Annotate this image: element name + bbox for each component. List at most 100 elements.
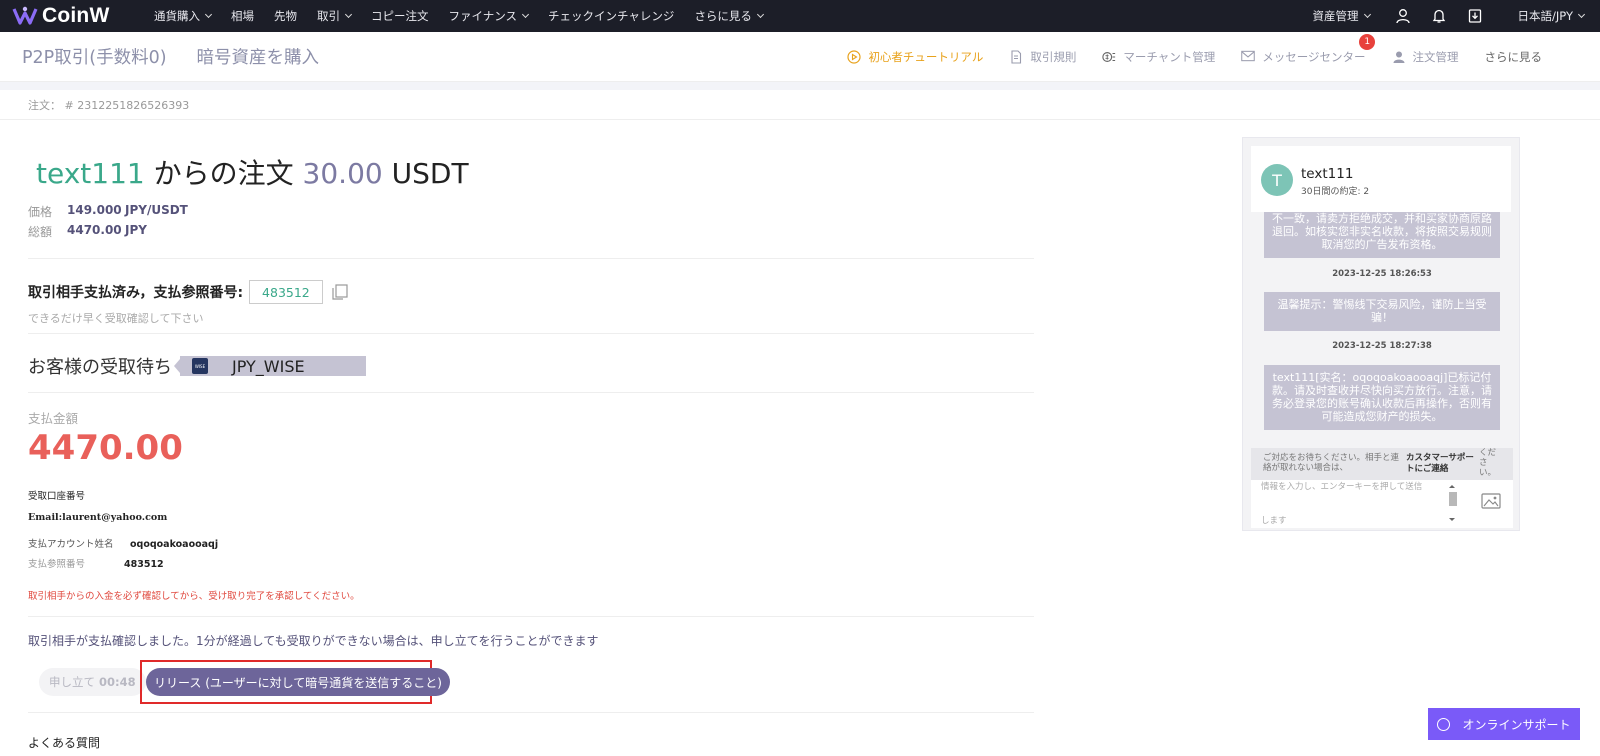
nav-buy-crypto[interactable]: 通貨購入 <box>154 8 213 24</box>
faq-heading[interactable]: よくある質問 <box>28 734 100 751</box>
chat-message: text111[实名：oqoqoakoaooaqj]已标记付款。请及时查收并尽快… <box>1264 365 1500 430</box>
order-title: text111 からの注文 30.00 USDT <box>36 152 469 192</box>
section-divider <box>0 82 1600 90</box>
merchant-icon <box>1102 50 1116 64</box>
order-number-bar: 注文： # 2312251826526393 <box>0 90 1600 120</box>
coinw-logo[interactable]: CoinW <box>12 4 132 28</box>
message-center-link[interactable]: メッセージセンター 1 <box>1241 34 1376 65</box>
nav-more-label: さらに見る <box>694 9 752 23</box>
reference-label: 支払参照番号 <box>28 559 86 570</box>
order-from-text: からの注文 <box>153 157 294 190</box>
contact-support-notice: ご対応をお待ちください。相手と連絡が取れない場合は、 カスタマーサポートにご連絡… <box>1251 448 1513 480</box>
trading-rules-link[interactable]: 取引規則 <box>1009 49 1076 65</box>
chat-timestamp: 2023-12-25 18:26:53 <box>1332 269 1432 279</box>
paid-label: 取引相手支払済み，支払参照番号: <box>28 285 244 301</box>
merchant-management-link[interactable]: マーチャント管理 <box>1102 49 1215 65</box>
chat-input-scrollbar[interactable] <box>1447 482 1457 524</box>
price-value: 149.000 <box>67 203 122 217</box>
nav-checkin-label: チェックインチャレンジ <box>548 9 675 23</box>
chat-input[interactable]: 情報を入力し、エンターキーを押して送信 します <box>1251 480 1513 528</box>
download-icon[interactable] <box>1466 7 1484 25</box>
confirm-hint: できるだけ早く受取確認して下さい <box>28 312 204 325</box>
nav-markets-label: 相場 <box>231 9 254 23</box>
trading-rules-label: 取引規則 <box>1030 50 1077 64</box>
tab-p2p-trading[interactable]: P2P取引(手数料0) <box>22 44 167 69</box>
payment-method-name: JPY_WISE <box>232 356 305 376</box>
nav-copy-trading-label: コピー注文 <box>371 9 429 23</box>
chat-header: T text111 30日間の約定: 2 <box>1251 146 1511 212</box>
bell-icon[interactable] <box>1430 7 1448 25</box>
appeal-label: 申し立て <box>49 675 95 689</box>
chat-user-name: text111 <box>1301 166 1354 182</box>
copy-icon[interactable] <box>331 283 349 301</box>
release-button[interactable]: リリース (ユーザーに対して暗号通貨を送信すること) <box>146 668 450 696</box>
chevron-down-icon <box>204 10 213 19</box>
scrollbar-thumb[interactable] <box>1449 492 1457 506</box>
nav-finance[interactable]: ファイナンス <box>448 8 530 24</box>
tutorial-label: 初心者チュートリアル <box>868 50 984 64</box>
top-navbar: CoinW 通貨購入 相場 先物 取引 コピー注文 ファイナンス チェックインチ… <box>0 0 1600 32</box>
divider <box>28 712 1034 713</box>
pay-amount: 4470.00 <box>28 428 183 468</box>
tab-buy-crypto[interactable]: 暗号資産を購入 <box>197 44 320 69</box>
more-label: さらに見る <box>1484 50 1543 64</box>
total-label: 総額 <box>28 225 53 239</box>
chevron-down-icon <box>1363 10 1371 19</box>
image-upload-icon[interactable] <box>1481 492 1503 512</box>
confirmation-warning: 取引相手からの入金を必ず確認してから、受け取り完了を承認してください。 <box>28 591 360 602</box>
total-row: 総額 4470.00 JPY <box>28 223 147 240</box>
more-link[interactable]: さらに見る <box>1485 49 1543 65</box>
envelope-icon <box>1241 50 1255 64</box>
pay-amount-label: 支払金額 <box>28 411 79 426</box>
contact-text: ご対応をお待ちください。相手と連絡が取れない場合は、 <box>1263 453 1400 473</box>
payment-method-tag: WISE JPY_WISE <box>174 356 366 376</box>
chat-trade-count: 30日間の約定: 2 <box>1301 187 1370 197</box>
contact-text-end: ください。 <box>1479 448 1497 478</box>
price-unit: JPY/USDT <box>125 203 188 217</box>
reference-row: 支払参照番号 483512 <box>28 556 164 570</box>
appeal-button[interactable]: 申し立て 00:48 <box>39 668 146 696</box>
wise-logo-icon: WISE <box>192 358 208 374</box>
chat-message: 不一致，请卖方拒绝成交，并和买家协商原路退回。如核实您非实名收款，将按照交易规则… <box>1264 212 1500 258</box>
order-unit: USDT <box>391 157 469 190</box>
nav-finance-label: ファイナンス <box>448 9 518 23</box>
total-value: 4470.00 <box>67 223 122 237</box>
nav-trade[interactable]: 取引 <box>317 8 353 24</box>
user-icon[interactable] <box>1394 7 1412 25</box>
nav-asset-management[interactable]: 資産管理 <box>1312 8 1371 24</box>
nav-futures[interactable]: 先物 <box>274 8 297 24</box>
play-circle-icon <box>847 50 862 64</box>
language-currency-select[interactable]: 日本語/JPY <box>1517 8 1586 24</box>
chevron-down-icon <box>1577 10 1586 19</box>
language-label: 日本語/JPY <box>1517 9 1573 23</box>
account-label: 受取口座番号 <box>28 491 86 502</box>
order-amount: 30.00 <box>302 157 383 190</box>
customer-support-link[interactable]: カスタマーサポートにご連絡 <box>1406 453 1476 475</box>
payment-reference-row: 取引相手支払済み，支払参照番号: 483512 <box>28 280 349 304</box>
document-icon <box>1009 50 1023 64</box>
appeal-note: 取引相手が支払確認しました。1分が経過しても受取りができない場合は、申し立てを行… <box>28 634 599 648</box>
chat-input-placeholder-cont: します <box>1261 516 1287 526</box>
divider <box>28 616 1034 617</box>
nav-more[interactable]: さらに見る <box>694 8 764 24</box>
nav-markets[interactable]: 相場 <box>231 8 254 24</box>
online-support-button[interactable]: オンラインサポート <box>1428 708 1580 740</box>
nav-copy-trading[interactable]: コピー注文 <box>371 8 429 24</box>
message-center-label: メッセージセンター <box>1262 50 1366 64</box>
merchant-label: マーチャント管理 <box>1123 50 1216 64</box>
nav-asset-label: 資産管理 <box>1312 9 1359 23</box>
holder-value: oqoqoakoaooaqj <box>130 539 219 550</box>
tutorial-link[interactable]: 初心者チュートリアル <box>847 49 983 65</box>
chat-bubble-icon <box>1437 717 1451 731</box>
total-unit: JPY <box>125 223 147 237</box>
order-management-link[interactable]: 注文管理 <box>1392 49 1459 65</box>
coinw-logo-icon <box>12 5 38 27</box>
counterparty-name[interactable]: text111 <box>36 157 145 190</box>
avatar: T <box>1261 164 1293 196</box>
waiting-label: お客様の受取待ち <box>28 357 172 378</box>
nav-checkin-challenge[interactable]: チェックインチャレンジ <box>548 8 674 24</box>
nav-trade-label: 取引 <box>317 9 340 23</box>
holder-row: 支払アカウント姓名 oqoqoakoaooaqj <box>28 536 218 550</box>
divider <box>28 333 1034 334</box>
chevron-down-icon <box>756 10 764 19</box>
